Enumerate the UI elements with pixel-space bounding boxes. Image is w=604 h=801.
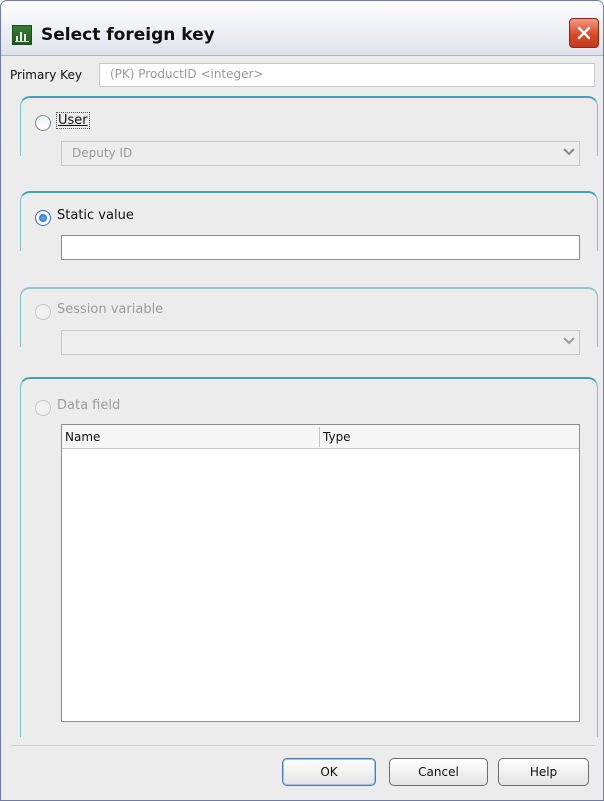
primary-key-field: (PK) ProductID <integer> xyxy=(99,63,595,87)
help-button[interactable]: Help xyxy=(498,758,589,786)
data-field-table[interactable]: Name Type xyxy=(61,424,580,722)
user-radio[interactable] xyxy=(35,115,51,131)
cancel-button[interactable]: Cancel xyxy=(389,758,488,786)
ok-button[interactable]: OK xyxy=(282,758,376,786)
column-header-type[interactable]: Type xyxy=(323,430,351,444)
primary-key-label: Primary Key xyxy=(10,68,82,82)
title-bar[interactable]: Select foreign key xyxy=(1,1,603,56)
footer-divider xyxy=(11,745,595,746)
close-button[interactable] xyxy=(569,18,599,48)
close-icon xyxy=(577,26,591,40)
user-radio-label[interactable]: User xyxy=(56,112,90,129)
session-variable-label[interactable]: Session variable xyxy=(57,302,163,317)
data-field-radio[interactable] xyxy=(35,400,51,416)
user-select[interactable]: Deputy ID xyxy=(61,141,580,166)
table-header: Name Type xyxy=(62,425,579,449)
column-divider[interactable] xyxy=(319,427,320,447)
column-header-name[interactable]: Name xyxy=(65,430,100,444)
data-field-label[interactable]: Data field xyxy=(57,398,120,413)
chevron-down-icon[interactable] xyxy=(558,142,579,163)
session-variable-select[interactable] xyxy=(61,330,580,355)
static-value-radio[interactable] xyxy=(35,210,51,226)
session-variable-radio[interactable] xyxy=(35,304,51,320)
static-value-label[interactable]: Static value xyxy=(57,208,134,223)
dialog-window: Select foreign key Primary Key (PK) Prod… xyxy=(0,0,604,801)
database-icon xyxy=(12,25,32,45)
window-title: Select foreign key xyxy=(41,25,215,45)
static-value-input[interactable] xyxy=(61,235,580,260)
chevron-down-icon[interactable] xyxy=(558,331,579,352)
